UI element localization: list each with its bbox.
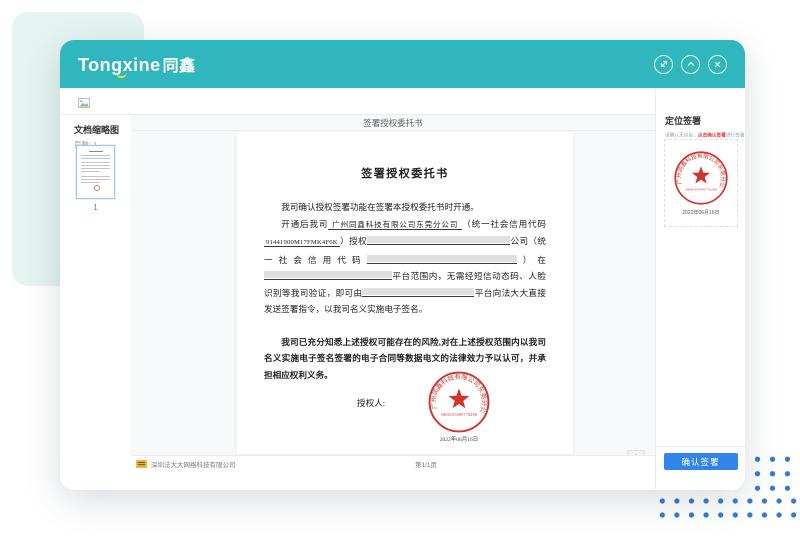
fullscreen-icon[interactable] — [654, 55, 673, 74]
paragraph-3-risk-notice: 我司已充分知悉上述授权可能存在的风险,对在上述授权范围内以我司名义实施电子签名签… — [264, 334, 546, 384]
app-window: Tongxine同鑫 — [60, 40, 745, 490]
brand-logo-cn: 同鑫 — [163, 58, 196, 75]
thumbnail-seal-mark — [94, 185, 100, 191]
close-icon[interactable] — [708, 55, 727, 74]
toolbar-strip — [60, 88, 655, 115]
logo-smile-accent — [116, 72, 127, 78]
seal-star — [692, 166, 710, 183]
decorative-dot-grid-small — [748, 450, 796, 494]
sign-panel-title: 定位签署 — [665, 114, 745, 127]
seal-star — [449, 389, 470, 409]
document-viewer: 签署授权委托书 签署授权委托书 我司确认授权签署功能在签署本授权委托书时开通。 … — [131, 115, 655, 490]
panel-seal-date: 2022年06月16日 — [682, 209, 719, 216]
svg-text:5866183089776288: 5866183089776288 — [441, 412, 477, 417]
document-seal-date: 2022年06月16日 — [427, 435, 491, 443]
sign-panel-footer: 确认签署 — [656, 446, 745, 490]
brand-logo: Tongxine同鑫 — [78, 52, 196, 76]
fadada-logo — [136, 460, 147, 468]
redacted-blank-3 — [264, 270, 392, 280]
thumbnail-sidebar: 文档缩略图 页数: 1 1 — [60, 115, 131, 490]
draggable-seal-card[interactable]: 广州同鑫科技有限公司东莞分公司 5866183089776288 2022年06… — [664, 139, 738, 227]
credit-code-blank: 91441900M17FMK4F6K — [264, 239, 340, 247]
viewer-footer: 深圳法大大网络科技有限公司 第1/1页 — [131, 455, 655, 471]
window-content: 文档缩略图 页数: 1 1 ‹ 签署授权委托书 签署授权委托书 — [60, 88, 745, 490]
company-name-blank: 广州同鑫科技有限公司东莞分公司 — [328, 220, 462, 230]
redacted-blank-4 — [362, 287, 474, 297]
sign-panel: 定位签署 请确认无误后，点击确认签署进行签署 广州同鑫科技有限公司东莞分公司 5… — [655, 88, 745, 490]
signer-label: 授权人: — [357, 397, 385, 409]
paragraph-2: 开通后我司广州同鑫科技有限公司东莞分公司（统一社会信用代码91441900M17… — [264, 216, 546, 318]
page-thumbnail[interactable] — [76, 145, 115, 199]
thumbnail-panel-title: 文档缩略图 — [74, 123, 131, 136]
paragraph-1: 我司确认授权签署功能在签署本授权委托书时开通。 — [264, 199, 546, 216]
sign-panel-tip: 请确认无误后，点击确认签署进行签署 — [665, 131, 727, 138]
broken-image-icon — [78, 96, 90, 114]
document-page: 签署授权委托书 我司确认授权签署功能在签署本授权委托书时开通。 开通后我司广州同… — [237, 132, 573, 454]
redacted-blank-2 — [367, 254, 517, 264]
title-bar: Tongxine同鑫 — [60, 40, 745, 88]
document-title: 签署授权委托书 — [264, 165, 546, 181]
footer-page-indicator: 第1/1页 — [415, 459, 437, 469]
confirm-sign-button[interactable]: 确认签署 — [664, 453, 738, 470]
viewer-bottom-spacer — [131, 471, 655, 490]
footer-company-name: 深圳法大大网络科技有限公司 — [151, 459, 236, 469]
thumbnail-page-number: 1 — [76, 203, 115, 212]
document-seal-stamp[interactable]: 广州同鑫科技有限公司东莞分公司 5866183089776288 — [427, 370, 491, 434]
sign-tip-highlight: 点击确认签署 — [698, 133, 726, 138]
decorative-dot-grid-large — [653, 492, 798, 522]
window-controls — [654, 55, 727, 74]
document-name-bar: 签署授权委托书 — [131, 115, 655, 131]
page-background: Tongxine同鑫 — [0, 0, 800, 559]
collapse-window-icon[interactable] — [681, 55, 700, 74]
svg-text:5866183089776288: 5866183089776288 — [685, 187, 717, 191]
thumbnail-title-line — [89, 151, 103, 152]
redacted-blank-1 — [367, 235, 510, 245]
document-body: 我司确认授权签署功能在签署本授权委托书时开通。 开通后我司广州同鑫科技有限公司东… — [264, 199, 546, 383]
